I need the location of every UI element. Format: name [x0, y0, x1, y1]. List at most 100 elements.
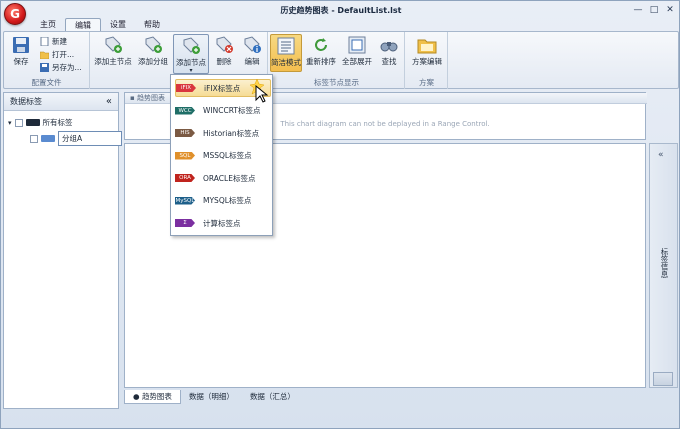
refresh-icon	[315, 38, 327, 51]
find-button[interactable]: 查找	[376, 34, 402, 72]
tab-edit[interactable]: 编辑	[65, 18, 101, 32]
dropdown-item[interactable]: SQL MSSQL标签点	[175, 147, 271, 165]
tab-data-detail[interactable]: 数据（明细）	[181, 390, 242, 404]
maximize-button[interactable]: □	[647, 4, 661, 15]
tab-settings[interactable]: 设置	[101, 18, 135, 32]
expand-window-icon	[348, 36, 366, 54]
minimize-button[interactable]: —	[631, 4, 645, 15]
dropdown-item[interactable]: ORA ORACLE标签点	[175, 169, 271, 187]
expand-arrow-icon[interactable]: ▾	[8, 119, 12, 127]
expand-right-button[interactable]: «	[658, 150, 664, 160]
tree-root[interactable]: ▾ 所有标签	[8, 117, 73, 128]
tag-type-badge-icon: Σ	[175, 219, 195, 227]
binoculars-icon	[380, 42, 398, 52]
dropdown-item-label: MYSQL标签点	[203, 196, 252, 205]
save-label: 保存	[13, 57, 29, 66]
data-tags-panel: 数据标签 « ▾ 所有标签 分组A	[3, 92, 122, 409]
tag-type-badge-icon: ORA	[175, 174, 195, 182]
find-label: 查找	[381, 57, 397, 66]
file-group: 保存 新建 打开... 另存为... 配置文件	[4, 32, 90, 89]
simple-mode-button[interactable]: 简洁模式	[270, 34, 302, 72]
add-node-button[interactable]: 添加节点 ▾	[173, 34, 209, 74]
tag-type-badge-icon: WCC	[175, 106, 195, 115]
add-node-label: 添加节点	[176, 58, 206, 67]
data-tags-header: 数据标签 «	[4, 93, 118, 111]
tab-help[interactable]: 帮助	[135, 18, 169, 32]
dropdown-item-label: MSSQL标签点	[203, 151, 252, 160]
group-name-editor[interactable]: 分组A	[58, 131, 122, 146]
tree-root-label: 所有标签	[42, 118, 73, 127]
tag-type-badge-icon: SQL	[175, 151, 195, 160]
new-button[interactable]: 新建	[40, 35, 67, 47]
mouse-cursor-icon	[255, 85, 269, 103]
tag-icon	[25, 119, 40, 126]
tab-data-summary[interactable]: 数据（汇总）	[242, 390, 303, 404]
collapse-left-button[interactable]: «	[106, 96, 112, 107]
edit-button[interactable]: 编辑	[238, 34, 266, 72]
scheme-group: 方案编辑 方案	[406, 32, 448, 89]
list-view-icon	[277, 37, 295, 55]
tab-home[interactable]: 主页	[31, 18, 65, 32]
tag-delete-icon	[216, 36, 233, 53]
ribbon-tabs: 主页 编辑 设置 帮助	[31, 18, 169, 32]
save-as-icon	[40, 62, 49, 72]
delete-button[interactable]: 删除	[211, 34, 237, 72]
dropdown-item-label: WINCCRT标签点	[203, 106, 261, 115]
tab-trend-chart[interactable]: ● 趋势图表	[124, 390, 181, 404]
file-group-label: 配置文件	[31, 78, 62, 87]
new-file-icon	[40, 36, 49, 46]
right-panel-thumb[interactable]	[653, 372, 673, 386]
group-tag-icon	[41, 135, 55, 142]
data-tags-title: 数据标签	[10, 97, 42, 106]
tag-type-badge-icon: HIS	[175, 129, 195, 137]
edit-label: 编辑	[244, 57, 260, 66]
tag-type-badge-icon: iFIX	[176, 84, 196, 92]
dropdown-item-label: 计算标签点	[203, 218, 241, 228]
expand-all-label: 全部展开	[342, 57, 372, 66]
tag-group-add-icon	[145, 36, 162, 53]
save-icon	[13, 37, 29, 53]
chevron-down-icon: ▾	[189, 67, 193, 74]
add-main-node-button[interactable]: 添加主节点	[93, 34, 133, 72]
tab-trend-chart-label: 趋势图表	[141, 392, 172, 401]
scheme-edit-button[interactable]: 方案编辑	[408, 34, 446, 72]
save-as-button[interactable]: 另存为...	[40, 61, 82, 73]
simple-mode-label: 简洁模式	[271, 58, 301, 67]
dropdown-item-label: iFIX标签点	[204, 83, 241, 93]
expand-all-button[interactable]: 全部展开	[340, 34, 374, 72]
open-button[interactable]: 打开...	[40, 48, 74, 60]
tag-type-badge-icon: MySQL	[175, 196, 195, 205]
tag-info-label: 标签信息	[660, 248, 669, 278]
dropdown-item[interactable]: MySQL MYSQL标签点	[175, 192, 271, 210]
tag-info-panel[interactable]: « 标签信息	[649, 143, 678, 388]
window-title: 历史趋势图表 - DefaultList.lst	[280, 6, 402, 15]
scheme-edit-label: 方案编辑	[412, 57, 442, 66]
resort-button[interactable]: 重新排序	[304, 34, 338, 72]
delete-label: 删除	[216, 57, 232, 66]
dropdown-item-label: Historian标签点	[203, 128, 260, 138]
root-checkbox[interactable]	[14, 118, 23, 127]
dropdown-item[interactable]: HIS Historian标签点	[175, 124, 271, 142]
app-window: G 历史趋势图表 - DefaultList.lst — □ ✕ 主页 编辑 设…	[0, 0, 680, 429]
child-checkbox[interactable]	[30, 134, 38, 143]
dropdown-item[interactable]: Σ 计算标签点	[175, 214, 271, 232]
tag-info-icon	[244, 36, 261, 53]
save-as-label: 另存为...	[52, 62, 82, 72]
dropdown-item[interactable]: WCC WINCCRT标签点	[175, 102, 271, 120]
tag-node-add-icon	[183, 37, 200, 54]
add-main-node-label: 添加主节点	[94, 57, 132, 66]
tag-add-icon	[105, 36, 122, 53]
bottom-tabs: ● 趋势图表 数据（明细） 数据（汇总）	[124, 389, 646, 405]
title-bar: G 历史趋势图表 - DefaultList.lst — □ ✕	[1, 1, 679, 25]
add-group-button[interactable]: 添加分组	[135, 34, 171, 72]
tag-node-display-group: 简洁模式 重新排序 全部展开 查找 标签节点显示	[269, 32, 405, 89]
open-label: 打开...	[52, 49, 75, 59]
resort-label: 重新排序	[306, 57, 336, 66]
save-button[interactable]: 保存	[6, 34, 36, 72]
dropdown-item-label: ORACLE标签点	[203, 173, 256, 183]
new-label: 新建	[52, 36, 67, 46]
tag-node-display-group-label: 标签节点显示	[314, 78, 359, 87]
tree-child[interactable]: 分组A	[30, 131, 122, 146]
open-folder-icon	[40, 51, 49, 59]
close-button[interactable]: ✕	[663, 4, 677, 15]
